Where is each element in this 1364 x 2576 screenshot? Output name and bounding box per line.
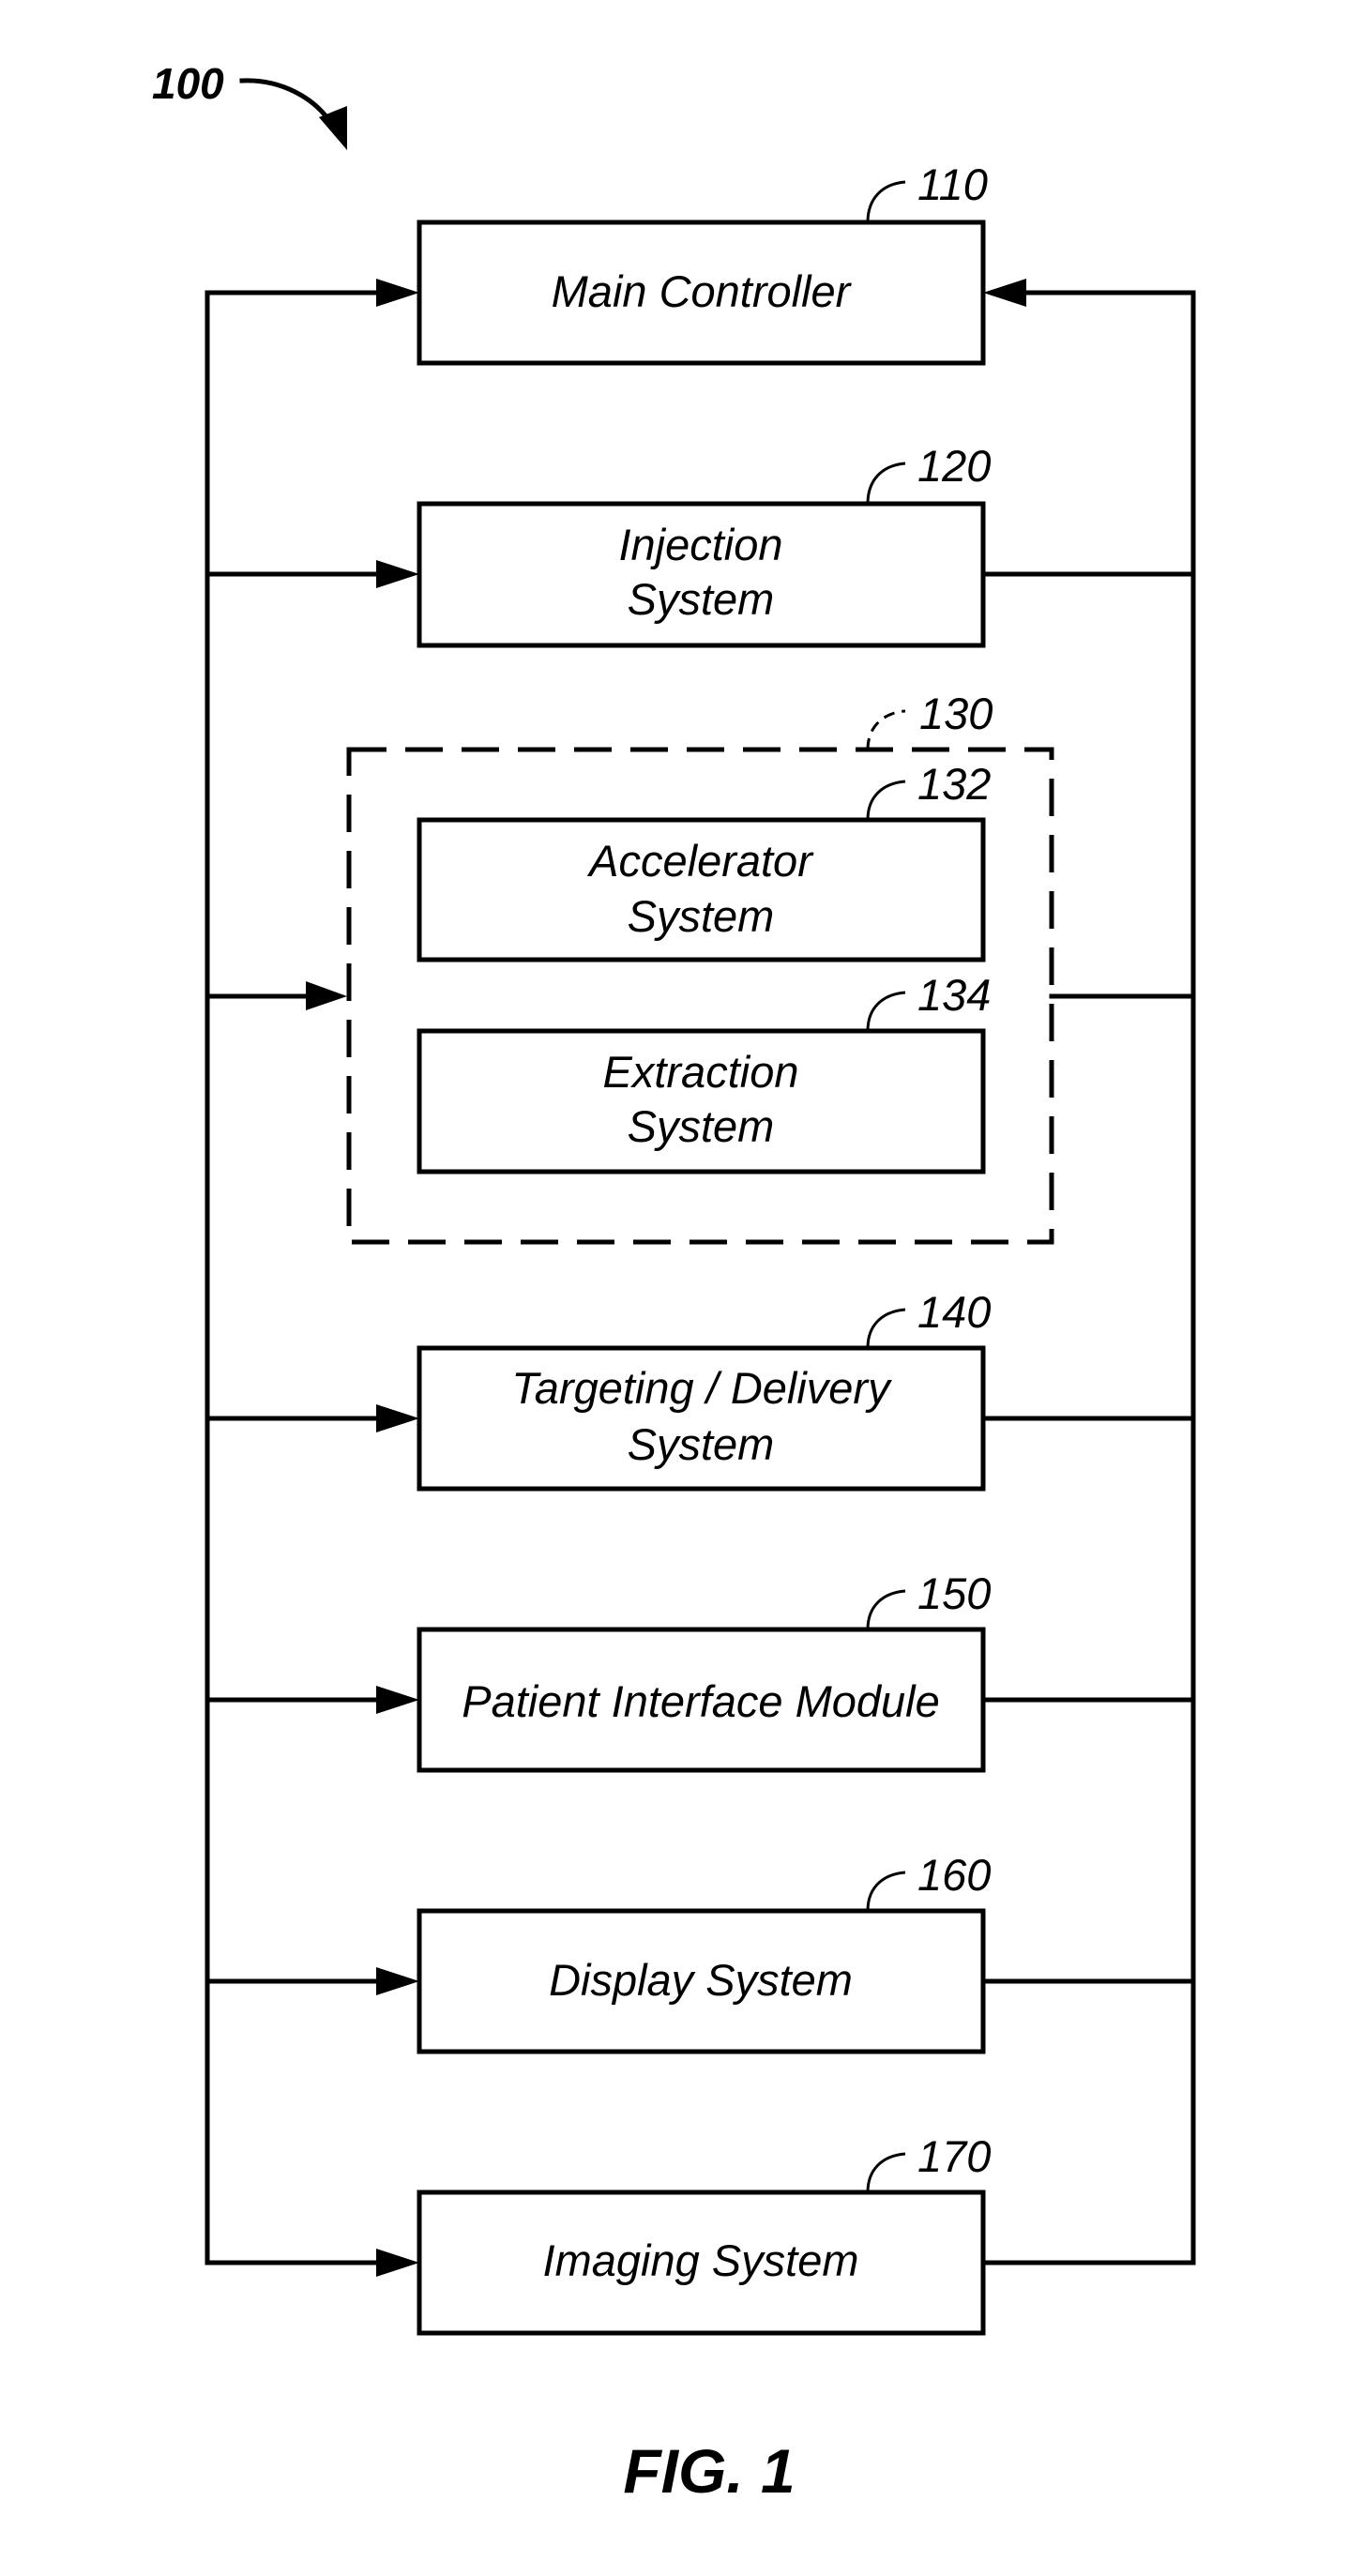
targeting-delivery-system-ref: 140 (917, 1287, 991, 1337)
display-system-arrowhead (376, 1967, 419, 1995)
system-ref-curved-arrow (239, 78, 334, 126)
accel-extract-group-ref-leader (866, 709, 906, 750)
accel-extract-group-arrowhead (306, 981, 347, 1010)
extraction-system-ref: 134 (917, 970, 991, 1020)
accel-extract-group-ref: 130 (919, 689, 993, 738)
accelerator-system-ref-leader (866, 780, 906, 821)
accelerator-system-label-line2: System (628, 891, 775, 941)
block-main-controller: Main Controller 110 (205, 159, 1196, 366)
extraction-system-ref-leader (866, 991, 906, 1032)
injection-system-label-line1: Injection (618, 520, 782, 569)
injection-system-ref: 120 (917, 441, 991, 491)
main-controller-arrowhead-right (983, 279, 1026, 307)
block-imaging-system: Imaging System 170 (205, 2131, 1196, 2336)
display-system-ref-leader (866, 1871, 906, 1912)
figure-caption: FIG. 1 (623, 2436, 795, 2506)
display-system-label: Display System (549, 1955, 853, 2005)
patient-interface-module-ref-leader (866, 1589, 906, 1630)
block-accelerator-extraction-group: 130 Accelerator System 132 Extraction Sy… (205, 689, 1196, 1245)
extraction-system-label-line2: System (628, 1101, 775, 1151)
patient-interface-module-ref: 150 (917, 1568, 991, 1618)
accelerator-system-ref: 132 (917, 759, 991, 809)
block-patient-interface-module: Patient Interface Module 150 (205, 1568, 1196, 1773)
system-ref-label: 100 (152, 59, 224, 108)
main-controller-label: Main Controller (552, 266, 853, 316)
accelerator-system-label-line1: Accelerator (586, 836, 814, 886)
system-block-diagram: 100 Main Controller 110 Injection System… (152, 59, 1196, 2506)
patient-interface-module-arrowhead (376, 1686, 419, 1714)
imaging-system-ref: 170 (917, 2131, 991, 2181)
targeting-delivery-system-ref-leader (866, 1308, 906, 1349)
block-display-system: Display System 160 (205, 1850, 1196, 2054)
imaging-system-ref-leader (866, 2152, 906, 2193)
main-controller-ref: 110 (917, 159, 988, 209)
imaging-system-arrowhead (376, 2249, 419, 2277)
injection-system-arrowhead (376, 560, 419, 588)
targeting-delivery-system-label-line2: System (628, 1419, 775, 1469)
main-controller-arrowhead-left (376, 279, 419, 307)
extraction-system-label-line1: Extraction (603, 1047, 799, 1097)
injection-system-label-line2: System (628, 574, 775, 624)
display-system-ref: 160 (917, 1850, 991, 1900)
targeting-delivery-system-label-line1: Targeting / Delivery (511, 1363, 892, 1413)
block-targeting-delivery-system: Targeting / Delivery System 140 (205, 1287, 1196, 1492)
main-controller-ref-leader (866, 180, 906, 223)
targeting-delivery-system-arrowhead (376, 1404, 419, 1432)
block-injection-system: Injection System 120 (205, 441, 1196, 648)
imaging-system-label: Imaging System (543, 2235, 859, 2285)
injection-system-ref-leader (866, 462, 906, 505)
patient-interface-module-label: Patient Interface Module (462, 1676, 939, 1726)
